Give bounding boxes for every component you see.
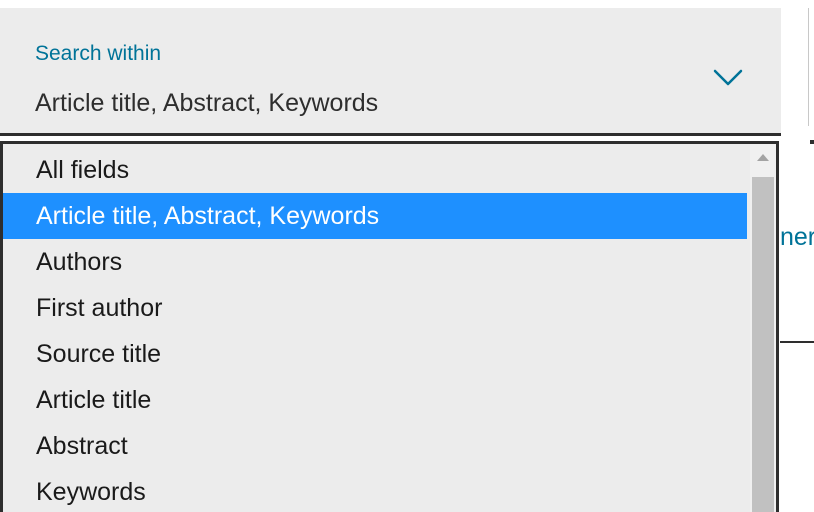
search-within-label: Search within — [35, 42, 162, 65]
option-authors[interactable]: Authors — [3, 239, 747, 285]
page: Search within Article title, Abstract, K… — [0, 0, 814, 512]
scrollbar-thumb[interactable] — [752, 177, 774, 512]
option-all-fields[interactable]: All fields — [3, 147, 747, 193]
option-article-title[interactable]: Article title — [3, 377, 747, 423]
option-article-title-abstract-keywords[interactable]: Article title, Abstract, Keywords — [3, 193, 747, 239]
adjacent-field-corner — [810, 140, 814, 144]
search-within-select[interactable]: Search within Article title, Abstract, K… — [0, 8, 781, 136]
adjacent-field-border — [808, 8, 809, 126]
adjacent-input-underline — [780, 341, 814, 343]
search-within-dropdown-list[interactable]: All fields Article title, Abstract, Keyw… — [0, 141, 779, 512]
chevron-down-icon[interactable] — [712, 68, 744, 88]
option-abstract[interactable]: Abstract — [3, 423, 747, 469]
scroll-up-arrow-icon[interactable] — [757, 154, 769, 161]
option-keywords[interactable]: Keywords — [3, 469, 747, 512]
partial-link-text[interactable]: ner — [780, 222, 814, 252]
dropdown-scrollbar[interactable] — [750, 144, 776, 512]
options-list: All fields Article title, Abstract, Keyw… — [3, 147, 747, 512]
option-first-author[interactable]: First author — [3, 285, 747, 331]
option-source-title[interactable]: Source title — [3, 331, 747, 377]
search-within-value: Article title, Abstract, Keywords — [35, 89, 379, 117]
